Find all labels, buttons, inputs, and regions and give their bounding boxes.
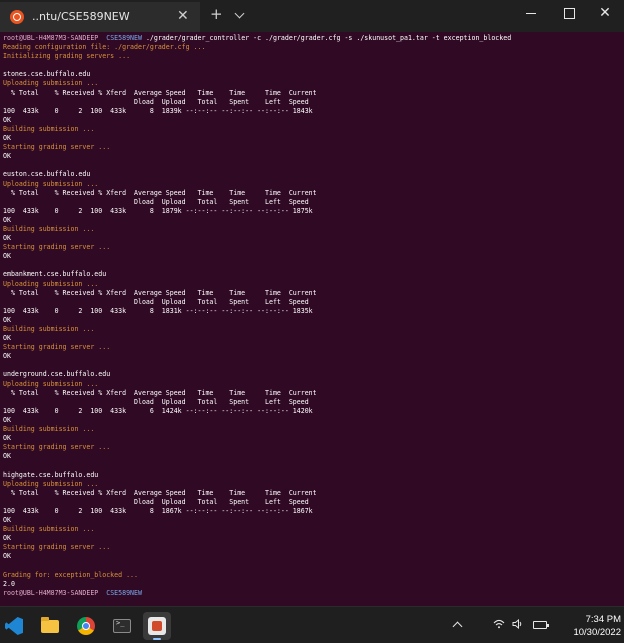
- prompt-user: root@UBL-H4M87M3-SANDEEP: [3, 34, 99, 42]
- command-line: root@UBL-H4M87M3-SANDEEP CSE589NEW ./gra…: [3, 34, 621, 43]
- transfer-header: % Total % Received % Xferd Average Speed…: [3, 288, 317, 297]
- ok-line: OK: [3, 252, 11, 261]
- wsl-icon[interactable]: [143, 612, 171, 640]
- transfer-progress: 100 433k 0 2 100 433k 6 1424k --:--:-- -…: [3, 406, 313, 415]
- maximize-button[interactable]: [550, 0, 588, 30]
- ok-line: OK: [3, 534, 11, 543]
- ok-line: OK: [3, 552, 11, 561]
- transfer-progress: 100 433k 0 2 100 433k 8 1867k --:--:-- -…: [3, 506, 313, 515]
- starting-line: Starting grading server ...: [3, 543, 111, 552]
- ubuntu-icon: [10, 10, 24, 24]
- ok-line: OK: [3, 215, 11, 224]
- command-text: ./grader/grader_controller -c ./grader/g…: [145, 34, 512, 42]
- transfer-header: Dload Upload Total Spent Left Speed: [3, 197, 309, 206]
- ok-line: OK: [3, 115, 11, 124]
- building-line: Building submission ...: [3, 525, 95, 534]
- ok-line: OK: [3, 515, 11, 524]
- transfer-header: % Total % Received % Xferd Average Speed…: [3, 88, 317, 97]
- starting-line: Starting grading server ...: [3, 243, 111, 252]
- chrome-icon[interactable]: [72, 612, 100, 640]
- grading-for-line: Grading for: exception_blocked ...: [3, 570, 138, 579]
- terminal-output[interactable]: root@UBL-H4M87M3-SANDEEP CSE589NEW ./gra…: [3, 34, 621, 604]
- taskbar: 7:34 PM 10/30/2022: [0, 606, 624, 643]
- building-line: Building submission ...: [3, 124, 95, 133]
- building-line: Building submission ...: [3, 325, 95, 333]
- final-prompt: root@UBL-H4M87M3-SANDEEP CSE589NEW: [3, 589, 621, 598]
- uploading-line: Uploading submission ...: [3, 379, 99, 388]
- starting-line: Starting grading server ...: [3, 443, 111, 452]
- transfer-header: Dload Upload Total Spent Left Speed: [3, 297, 309, 306]
- transfer-progress: 100 433k 0 2 100 433k 8 1879k --:--:-- -…: [3, 206, 313, 215]
- server-host: embankment.cse.buffalo.edu: [3, 270, 107, 279]
- volume-icon[interactable]: [512, 618, 524, 632]
- close-window-button[interactable]: ✕: [586, 0, 624, 30]
- transfer-header: % Total % Received % Xferd Average Speed…: [3, 488, 317, 497]
- server-blocks: stones.cse.buffalo.edu Uploading submissi…: [3, 70, 621, 570]
- chevron-down-icon[interactable]: [234, 8, 245, 19]
- transfer-progress: 100 433k 0 2 100 433k 8 1831k --:--:-- -…: [3, 306, 313, 315]
- prompt-path: CSE589NEW: [106, 34, 142, 42]
- starting-line: Starting grading server ...: [3, 143, 111, 152]
- ok-line: OK: [3, 334, 11, 343]
- starting-line: Starting grading server ...: [3, 343, 111, 352]
- terminal-icon[interactable]: [108, 612, 136, 640]
- minimize-button[interactable]: [512, 0, 550, 30]
- prompt-user: root@UBL-H4M87M3-SANDEEP: [3, 588, 99, 597]
- ok-line: OK: [3, 452, 11, 461]
- ok-line: OK: [3, 134, 11, 143]
- battery-icon[interactable]: [533, 621, 549, 629]
- transfer-header: Dload Upload Total Spent Left Speed: [3, 497, 309, 506]
- transfer-header: % Total % Received % Xferd Average Speed…: [3, 188, 317, 197]
- ok-line: OK: [3, 234, 11, 243]
- transfer-progress: 100 433k 0 2 100 433k 8 1839k --:--:-- -…: [3, 106, 313, 115]
- prompt-path: CSE589NEW: [106, 588, 142, 597]
- uploading-line: Uploading submission ...: [3, 279, 99, 288]
- transfer-header: % Total % Received % Xferd Average Speed…: [3, 388, 317, 397]
- server-host: euston.cse.buffalo.edu: [3, 170, 91, 179]
- file-explorer-icon[interactable]: [36, 612, 64, 640]
- transfer-header: Dload Upload Total Spent Left Speed: [3, 397, 309, 406]
- score-line: 2.0: [3, 579, 15, 588]
- ok-line: OK: [3, 315, 11, 324]
- building-line: Building submission ...: [3, 224, 95, 233]
- ok-line: OK: [3, 434, 11, 443]
- new-tab-button[interactable]: +: [210, 6, 223, 22]
- ok-line: OK: [3, 152, 11, 161]
- output-line: Reading configuration file: ./grader/gra…: [3, 43, 206, 52]
- server-host: underground.cse.buffalo.edu: [3, 370, 111, 379]
- vscode-icon[interactable]: [0, 612, 28, 640]
- building-line: Building submission ...: [3, 425, 95, 434]
- uploading-line: Uploading submission ...: [3, 79, 99, 88]
- transfer-header: Dload Upload Total Spent Left Speed: [3, 97, 309, 106]
- uploading-line: Uploading submission ...: [3, 179, 99, 188]
- ok-line: OK: [3, 352, 11, 361]
- show-hidden-icons-chevron-icon[interactable]: [452, 621, 463, 632]
- clock-date[interactable]: 10/30/2022: [557, 627, 621, 638]
- server-host: highgate.cse.buffalo.edu: [3, 470, 99, 479]
- tab-title: ..ntu/CSE589NEW: [32, 10, 130, 23]
- wifi-icon[interactable]: [493, 619, 505, 632]
- terminal-tab[interactable]: ..ntu/CSE589NEW ✕: [0, 2, 200, 32]
- clock-time[interactable]: 7:34 PM: [557, 614, 621, 625]
- uploading-line: Uploading submission ...: [3, 479, 99, 488]
- tab-close-button[interactable]: ✕: [177, 8, 189, 24]
- ok-line: OK: [3, 415, 11, 424]
- title-bar: ..ntu/CSE589NEW ✕ + ✕: [0, 0, 624, 32]
- output-line: Initializing grading servers ...: [3, 52, 131, 61]
- server-host: stones.cse.buffalo.edu: [3, 70, 91, 79]
